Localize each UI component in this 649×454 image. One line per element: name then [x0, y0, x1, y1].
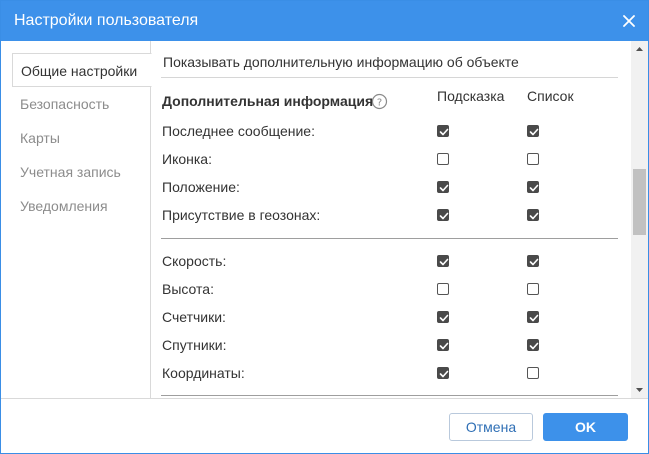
scroll-up-arrow-icon[interactable]: [631, 41, 648, 58]
checkbox-tooltip-speed[interactable]: [437, 255, 449, 267]
checkbox-list-geozones[interactable]: [527, 209, 539, 221]
checkbox-list-coordinates[interactable]: [527, 367, 539, 379]
dialog-title: Настройки пользователя: [14, 12, 199, 29]
checkbox-list-satellites[interactable]: [527, 339, 539, 351]
checkbox-list-counters[interactable]: [527, 311, 539, 323]
checkbox-tooltip-altitude[interactable]: [437, 283, 449, 295]
sidebar-item-label: Уведомления: [20, 198, 108, 214]
row-label-geozones: Присутствие в геозонах:: [162, 207, 321, 223]
group-divider: [161, 395, 618, 396]
settings-content: Показывать дополнительную информацию об …: [151, 41, 631, 398]
section-title: Показывать дополнительную информацию об …: [163, 54, 519, 70]
row-label-altitude: Высота:: [162, 281, 214, 297]
row-label-satellites: Спутники:: [162, 337, 227, 353]
checkbox-tooltip-last-message[interactable]: [437, 125, 449, 137]
checkbox-list-altitude[interactable]: [527, 283, 539, 295]
column-header-list: Список: [527, 88, 574, 104]
checkbox-tooltip-icon[interactable]: [437, 153, 449, 165]
group-divider: [161, 238, 618, 239]
sidebar-item-account[interactable]: Учетная запись: [2, 155, 150, 189]
scroll-down-arrow-icon[interactable]: [631, 381, 648, 398]
row-label-position: Положение:: [162, 179, 240, 195]
checkbox-tooltip-geozones[interactable]: [437, 209, 449, 221]
sidebar-item-label: Общие настройки: [21, 63, 138, 79]
close-icon[interactable]: [618, 10, 640, 32]
checkbox-list-speed[interactable]: [527, 255, 539, 267]
sidebar-item-security[interactable]: Безопасность: [2, 87, 150, 121]
row-label-coordinates: Координаты:: [162, 365, 245, 381]
section-divider: [161, 77, 618, 78]
column-header-tooltip: Подсказка: [437, 88, 505, 104]
checkbox-tooltip-counters[interactable]: [437, 311, 449, 323]
dialog-titlebar: Настройки пользователя: [1, 1, 648, 41]
sidebar-item-notifications[interactable]: Уведомления: [2, 189, 150, 223]
sidebar-item-general[interactable]: Общие настройки: [12, 53, 152, 87]
row-label-last-message: Последнее сообщение:: [162, 123, 315, 139]
svg-text:?: ?: [377, 97, 382, 108]
cancel-button[interactable]: Отмена: [449, 413, 533, 441]
row-label-counters: Счетчики:: [162, 309, 226, 325]
checkbox-tooltip-satellites[interactable]: [437, 339, 449, 351]
user-settings-dialog: Настройки пользователя Общие настройки Б…: [0, 0, 649, 454]
dialog-footer: Отмена OK: [1, 398, 648, 453]
row-label-icon: Иконка:: [162, 151, 212, 167]
settings-sidebar: Общие настройки Безопасность Карты Учетн…: [2, 41, 152, 398]
vertical-scrollbar[interactable]: [631, 41, 648, 398]
sidebar-item-maps[interactable]: Карты: [2, 121, 150, 155]
checkbox-list-position[interactable]: [527, 181, 539, 193]
sidebar-item-label: Учетная запись: [20, 164, 121, 180]
ok-button[interactable]: OK: [543, 413, 628, 441]
checkbox-tooltip-coordinates[interactable]: [437, 367, 449, 379]
sidebar-item-label: Безопасность: [20, 96, 110, 112]
sidebar-item-label: Карты: [20, 130, 60, 146]
row-label-speed: Скорость:: [162, 253, 227, 269]
checkbox-list-icon[interactable]: [527, 153, 539, 165]
scrollbar-thumb[interactable]: [633, 169, 646, 235]
checkbox-list-last-message[interactable]: [527, 125, 539, 137]
question-circle-icon[interactable]: ?: [371, 93, 388, 110]
additional-info-header: Дополнительная информация: [162, 93, 374, 109]
checkbox-tooltip-position[interactable]: [437, 181, 449, 193]
